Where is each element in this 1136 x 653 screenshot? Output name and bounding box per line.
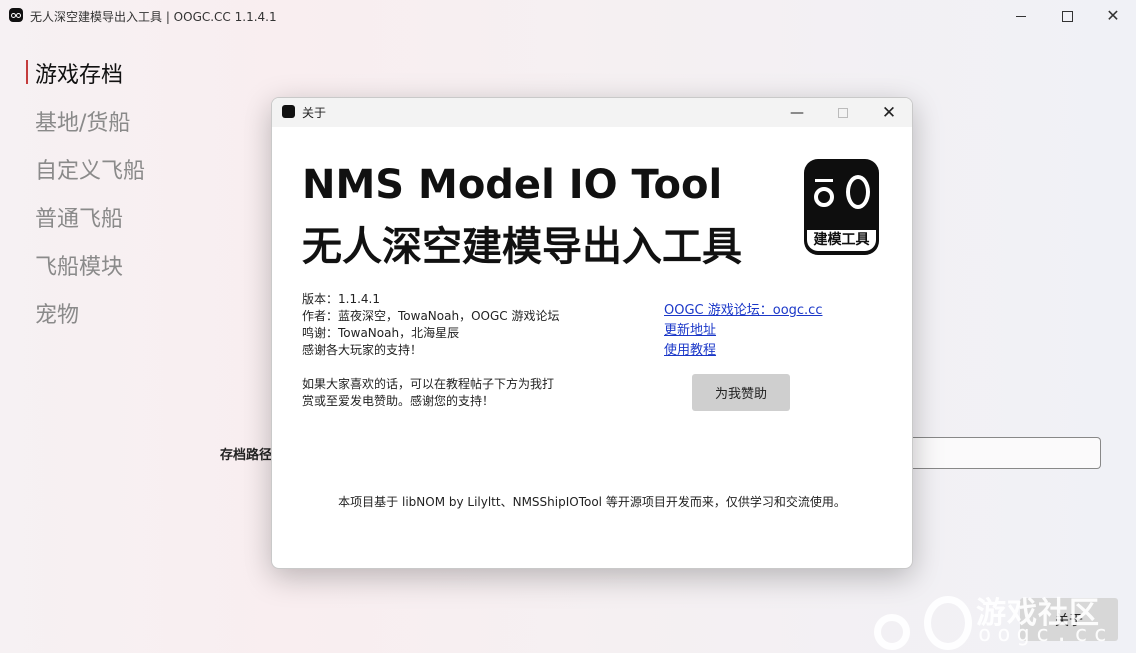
dialog-heading-en: NMS Model IO Tool (302, 162, 723, 208)
dialog-app-icon (282, 105, 295, 118)
save-path-input[interactable] (905, 437, 1101, 469)
maximize-icon (1061, 10, 1073, 22)
close-icon: ✕ (881, 102, 897, 123)
author-text: 作者：蓝夜深空，TowaNoah，OOGC 游戏论坛 (302, 309, 560, 323)
window-title: 无人深空建模导出入工具 | OOGC.CC 1.1.4.1 (30, 10, 277, 24)
nav-item-normal-ship[interactable]: 普通飞船 (35, 201, 123, 233)
about-button[interactable]: 关于 (1020, 598, 1118, 641)
footer-note: 本项目基于 libNOM by Lilyltt、NMSShipIOTool 等开… (338, 495, 846, 509)
app-logo-icon (9, 8, 23, 22)
close-icon: ✕ (1106, 6, 1120, 25)
maximize-button[interactable] (1044, 0, 1090, 32)
update-link[interactable]: 更新地址 (664, 319, 716, 338)
watermark-dot-shape (874, 614, 910, 650)
save-path-label: 存档路径 (220, 448, 273, 463)
logo-dot-shape (814, 187, 834, 207)
dialog-maximize-button (820, 98, 866, 127)
support-text-line2: 赏或至爱发电赞助。感谢您的支持！ (302, 394, 495, 408)
support-text-line1: 如果大家喜欢的话，可以在教程帖子下方为我打 (302, 377, 555, 391)
logo-label: 建模工具 (807, 230, 876, 251)
about-dialog: 关于 — ✕ NMS Model IO Tool 无人深空建模导出入工具 建模工… (271, 97, 913, 569)
gratitude-text: 感谢各大玩家的支持！ (302, 343, 423, 357)
nav-item-ship-module[interactable]: 飞船模块 (35, 249, 123, 281)
maximize-icon (838, 107, 848, 118)
tutorial-link[interactable]: 使用教程 (664, 339, 716, 358)
close-button[interactable]: ✕ (1090, 0, 1136, 32)
minimize-button[interactable] (998, 0, 1044, 32)
app-logo: 建模工具 (804, 159, 879, 255)
sponsor-button[interactable]: 为我赞助 (692, 374, 790, 411)
nav-item-custom-ship[interactable]: 自定义飞船 (35, 153, 145, 185)
nav-item-base-freighter[interactable]: 基地/货船 (35, 105, 130, 137)
dialog-heading-cn: 无人深空建模导出入工具 (302, 224, 742, 270)
dialog-close-button[interactable]: ✕ (866, 98, 912, 127)
main-titlebar: 无人深空建模导出入工具 | OOGC.CC 1.1.4.1 ✕ (0, 0, 1136, 32)
thanks-text: 鸣谢：TowaNoah，北海星辰 (302, 326, 460, 340)
dialog-minimize-button[interactable]: — (774, 98, 820, 127)
nav-item-pet[interactable]: 宠物 (35, 297, 79, 329)
dialog-title: 关于 (302, 106, 327, 120)
nav-item-game-save[interactable]: 游戏存档 (35, 57, 123, 89)
nav-active-indicator (26, 60, 28, 84)
dialog-titlebar: 关于 — ✕ (272, 98, 912, 127)
watermark-o-shape (924, 596, 972, 650)
logo-o-shape (846, 175, 870, 209)
forum-link[interactable]: OOGC 游戏论坛：oogc.cc (664, 299, 822, 318)
minimize-icon: — (790, 104, 804, 121)
minimize-icon (1016, 15, 1026, 17)
logo-brow-shape (815, 179, 833, 182)
version-text: 版本：1.1.4.1 (302, 292, 380, 306)
